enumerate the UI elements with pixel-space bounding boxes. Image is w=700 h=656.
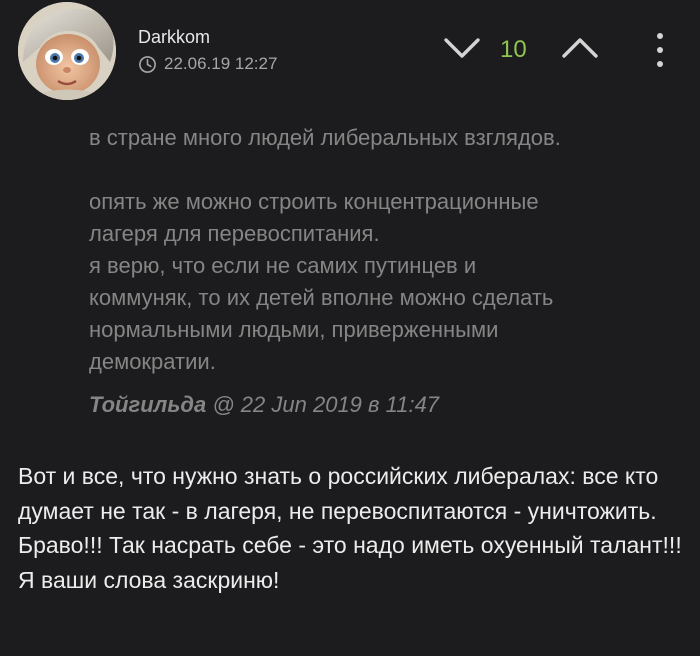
comment-body: Вот и все, что нужно знать о российских … — [18, 463, 682, 593]
timestamp-text: 22.06.19 12:27 — [164, 54, 278, 73]
timestamp: 22.06.19 12:27 — [138, 54, 277, 74]
avatar-image — [18, 2, 116, 100]
quote-author-name[interactable]: Тойгильда — [89, 392, 206, 417]
rating-count: 10 — [500, 36, 527, 63]
avatar[interactable] — [18, 2, 116, 100]
more-menu-button[interactable] — [648, 30, 672, 70]
quote-attribution: Тойгильда @ 22 Jun 2019 в 11:47 — [89, 392, 439, 418]
vote-up-button[interactable] — [558, 30, 602, 66]
username[interactable]: Darkkom — [138, 27, 210, 48]
vote-down-button[interactable] — [440, 30, 484, 66]
chevron-up-icon — [562, 38, 598, 58]
quote-date: @ 22 Jun 2019 в 11:47 — [206, 392, 440, 417]
quote-text: в стране много людей либеральных взглядо… — [89, 125, 561, 374]
chevron-down-icon — [444, 38, 480, 58]
kebab-menu-icon — [657, 33, 663, 67]
clock-icon — [139, 55, 156, 73]
